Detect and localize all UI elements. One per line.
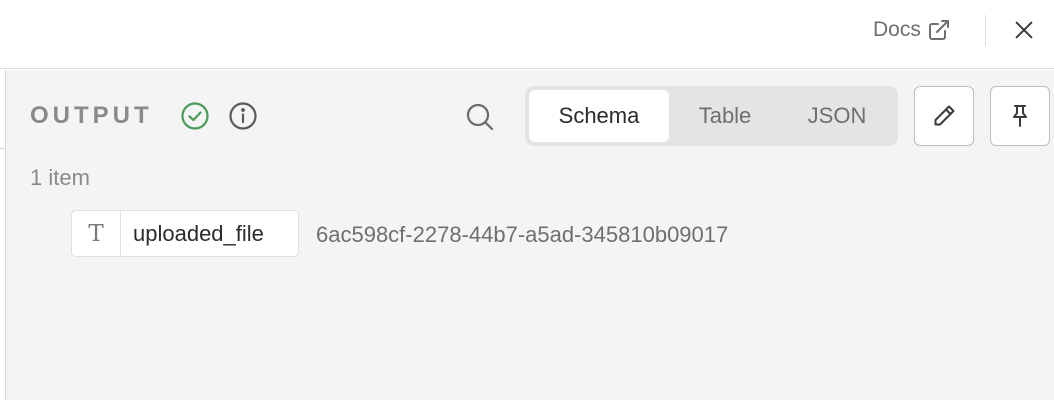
output-panel: OUTPUT Schema Table JSON 1 item T upload… <box>6 70 1054 400</box>
close-icon <box>1015 21 1033 39</box>
output-title: OUTPUT <box>30 102 153 129</box>
close-button[interactable] <box>1008 14 1040 46</box>
field-name: uploaded_file <box>133 220 264 246</box>
tab-table[interactable]: Table <box>669 90 781 142</box>
pencil-icon <box>934 105 955 126</box>
field-value: 6ac598cf-2278-44b7-a5ad-345810b09017 <box>316 222 729 247</box>
info-icon[interactable] <box>228 101 258 131</box>
docs-link[interactable]: Docs <box>873 14 951 46</box>
view-mode-toggle: Schema Table JSON <box>525 86 898 146</box>
check-circle-icon <box>181 102 209 130</box>
pin-icon <box>1013 105 1027 127</box>
edit-output-button[interactable] <box>914 86 974 146</box>
text-type-icon: T <box>72 211 121 256</box>
search-button[interactable] <box>464 101 496 133</box>
tab-json[interactable]: JSON <box>781 90 893 142</box>
item-count: 1 item <box>30 165 90 190</box>
pin-data-button[interactable] <box>990 86 1050 146</box>
search-icon <box>466 103 494 131</box>
top-bar: Docs <box>0 0 1054 69</box>
tab-schema[interactable]: Schema <box>529 90 669 142</box>
field-pill[interactable]: T uploaded_file <box>71 210 299 257</box>
topbar-divider <box>985 15 986 46</box>
external-link-icon <box>928 20 949 40</box>
docs-label: Docs <box>873 18 921 41</box>
